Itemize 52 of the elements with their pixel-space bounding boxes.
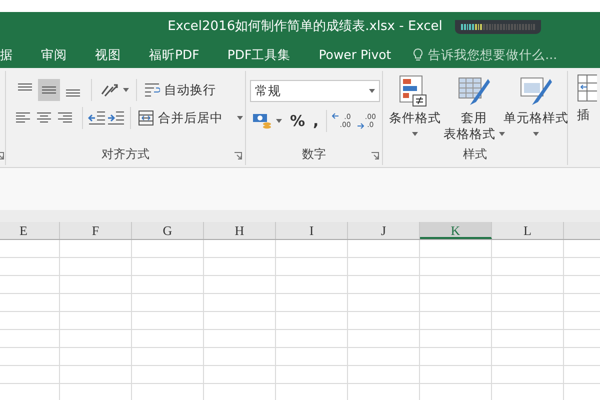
group-label: 样式 — [462, 146, 488, 163]
money-icon — [252, 112, 272, 130]
caret-icon — [412, 132, 418, 136]
wrap-text-icon — [144, 82, 160, 98]
cell-style-brush-icon — [520, 75, 552, 107]
caret-icon — [237, 116, 243, 120]
dialog-launcher-icon[interactable] — [234, 152, 242, 160]
align-top-icon — [18, 83, 32, 91]
column-header[interactable]: G — [132, 222, 204, 239]
table-style-brush-icon — [458, 75, 490, 107]
left-arrow-icon — [332, 112, 339, 120]
ribbon-tab[interactable]: 据 — [0, 46, 27, 64]
styles-button[interactable]: 套用 表格格式 — [443, 75, 505, 142]
window-title: Excel2016如何制作简单的成绩表.xlsx - Excel — [168, 18, 442, 36]
caret-icon — [276, 119, 282, 123]
align-button[interactable] — [38, 79, 60, 101]
comma-button[interactable]: , — [311, 110, 321, 132]
ribbon-tab[interactable]: Power Pivot — [304, 46, 406, 64]
increase-indent-icon — [106, 110, 125, 126]
styles-button[interactable]: 条件格式 — [387, 75, 443, 136]
caret-icon — [122, 88, 129, 92]
percent-button[interactable]: % — [288, 110, 308, 132]
ribbon-tab[interactable]: 视图 — [81, 46, 135, 64]
number-format-dropdown[interactable]: 常规 — [250, 80, 380, 102]
align-bottom-icon — [66, 89, 80, 97]
column-header[interactable]: I — [276, 222, 348, 239]
column-header[interactable]: E — [0, 222, 60, 239]
column-header[interactable]: L — [492, 222, 564, 239]
dialog-launcher-icon[interactable] — [371, 152, 379, 160]
right-arrow-icon — [356, 122, 364, 130]
angled-text-icon — [98, 82, 119, 98]
decrease-indent-icon — [88, 110, 106, 126]
caret-icon — [368, 89, 375, 93]
ribbon-tab[interactable]: PDF工具集 — [213, 46, 305, 64]
align-middle-icon — [42, 86, 56, 94]
tell-me-search[interactable]: 告诉我您想要做什么... — [413, 46, 558, 64]
column-header[interactable]: H — [204, 222, 276, 239]
merge-center-button[interactable]: 合并后居中 — [136, 107, 245, 129]
merge-cells-icon — [138, 110, 154, 126]
wrap-text-button[interactable]: 自动换行 — [142, 79, 218, 101]
lightbulb-icon — [413, 48, 424, 62]
caret-icon — [533, 132, 539, 136]
ribbon-tab[interactable]: 审阅 — [27, 46, 81, 64]
group-label: 对齐方式 — [100, 146, 150, 163]
insert-button[interactable]: 插 — [574, 72, 600, 123]
caret-icon — [498, 132, 504, 136]
column-header[interactable]: F — [60, 222, 132, 239]
column-header[interactable]: K — [420, 222, 492, 239]
group-label: 数字 — [300, 146, 327, 163]
ribbon-tab[interactable]: 福昕PDF — [135, 46, 214, 64]
styles-button[interactable]: 单元格样式 — [505, 75, 567, 136]
insert-cells-icon — [577, 72, 597, 104]
